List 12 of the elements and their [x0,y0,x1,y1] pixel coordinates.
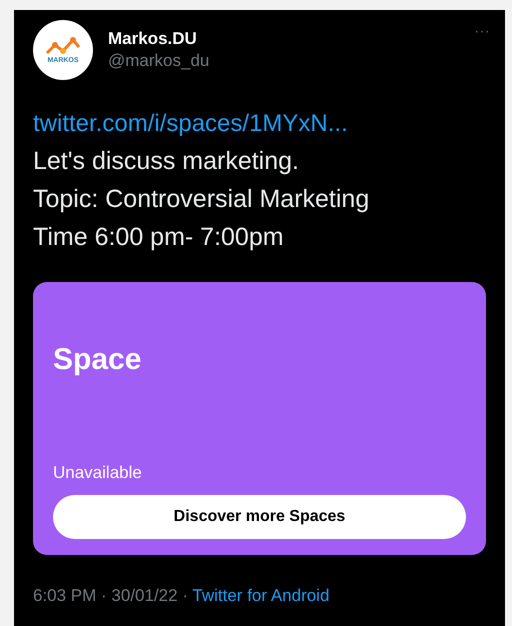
tweet-text: Time 6:00 pm- 7:00pm [33,222,285,253]
chart-logo-icon [43,36,83,56]
source-link[interactable]: Twitter for Android [192,586,330,605]
spaces-link[interactable]: twitter.com/i/spaces/1MYxN... [33,106,486,142]
timestamp: 6:03 PM · 30/01/22 · [33,586,189,605]
user-handle: @markos_du [108,50,210,72]
tweet-text: Topic: Controversial Marketing [33,184,370,215]
display-name[interactable]: Markos.DU [108,28,210,50]
space-title: Space [53,342,142,378]
space-status: Unavailable [53,462,143,484]
discover-button[interactable]: Discover more Spaces [53,495,466,539]
tweet-text: Let's discuss marketing. [33,146,300,177]
